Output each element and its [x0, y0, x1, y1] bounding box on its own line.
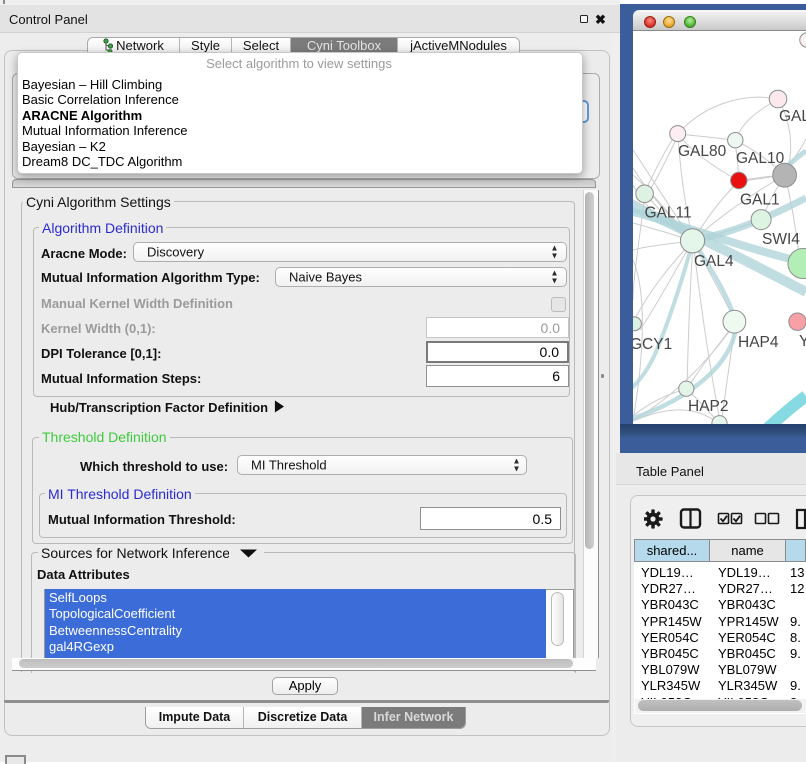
svg-text:GAL1: GAL1 — [740, 192, 780, 209]
svg-text:GAL10: GAL10 — [736, 150, 785, 167]
svg-text:HAP2: HAP2 — [688, 398, 729, 415]
svg-text:SWI4: SWI4 — [762, 231, 800, 248]
svg-text:GAL2: GAL2 — [779, 108, 806, 125]
svg-text:GCY1: GCY1 — [633, 336, 672, 353]
svg-text:HAP4: HAP4 — [738, 334, 779, 351]
svg-text:YD: YD — [799, 333, 806, 350]
svg-text:GAL4: GAL4 — [694, 253, 734, 270]
svg-text:GAL80: GAL80 — [678, 143, 727, 160]
svg-text:GAL11: GAL11 — [645, 205, 692, 222]
